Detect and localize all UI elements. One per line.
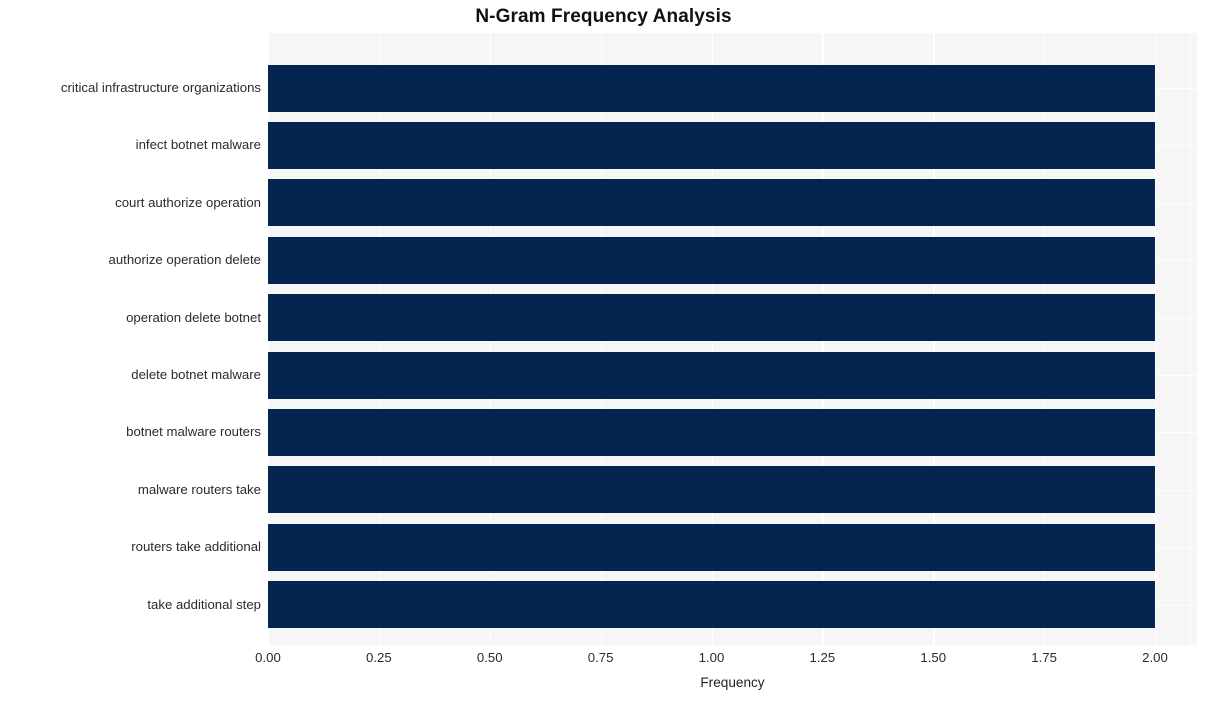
- bar: [268, 64, 1155, 112]
- x-axis-title: Frequency: [700, 675, 765, 690]
- plot-area: [268, 33, 1197, 645]
- bar: [268, 466, 1155, 514]
- bar: [268, 351, 1155, 399]
- chart-figure: N-Gram Frequency Analysis critical infra…: [0, 0, 1207, 701]
- chart-title: N-Gram Frequency Analysis: [475, 6, 732, 27]
- y-axis-tick-label: malware routers take: [137, 481, 261, 497]
- y-axis-tick-label: botnet malware routers: [126, 424, 261, 440]
- bar: [268, 121, 1155, 169]
- y-axis-tick-label: infect botnet malware: [135, 137, 261, 153]
- y-axis-tick-label: take additional step: [147, 596, 261, 612]
- x-axis-tick-label: 2.00: [1142, 650, 1168, 665]
- bar: [268, 408, 1155, 456]
- y-axis-tick-label: operation delete botnet: [126, 309, 261, 325]
- y-axis-tick-label: court authorize operation: [115, 194, 261, 210]
- x-axis-tick-label: 1.25: [809, 650, 836, 665]
- y-axis-tick-label: routers take additional: [131, 539, 261, 555]
- bar: [268, 294, 1155, 342]
- y-axis-tick-label: authorize operation delete: [108, 252, 262, 268]
- x-axis-tick-label: 1.00: [698, 650, 725, 665]
- vertical-gridline: [1155, 33, 1157, 645]
- x-axis-tick-label: 0.75: [587, 650, 614, 665]
- y-axis-tick-label: delete botnet malware: [131, 367, 261, 382]
- x-axis-tick-label: 1.75: [1031, 650, 1057, 665]
- bar: [268, 236, 1155, 284]
- x-axis-tick-label: 0.50: [476, 650, 503, 665]
- bar: [268, 523, 1155, 571]
- bar: [268, 179, 1155, 227]
- y-axis-tick-label: critical infrastructure organizations: [60, 80, 261, 95]
- x-axis-tick-label: 1.50: [920, 650, 947, 665]
- x-axis-tick-label: 0.00: [255, 650, 281, 665]
- bar: [268, 581, 1155, 629]
- x-axis-tick-label: 0.25: [366, 650, 392, 665]
- vertical-gridline: [1190, 33, 1192, 645]
